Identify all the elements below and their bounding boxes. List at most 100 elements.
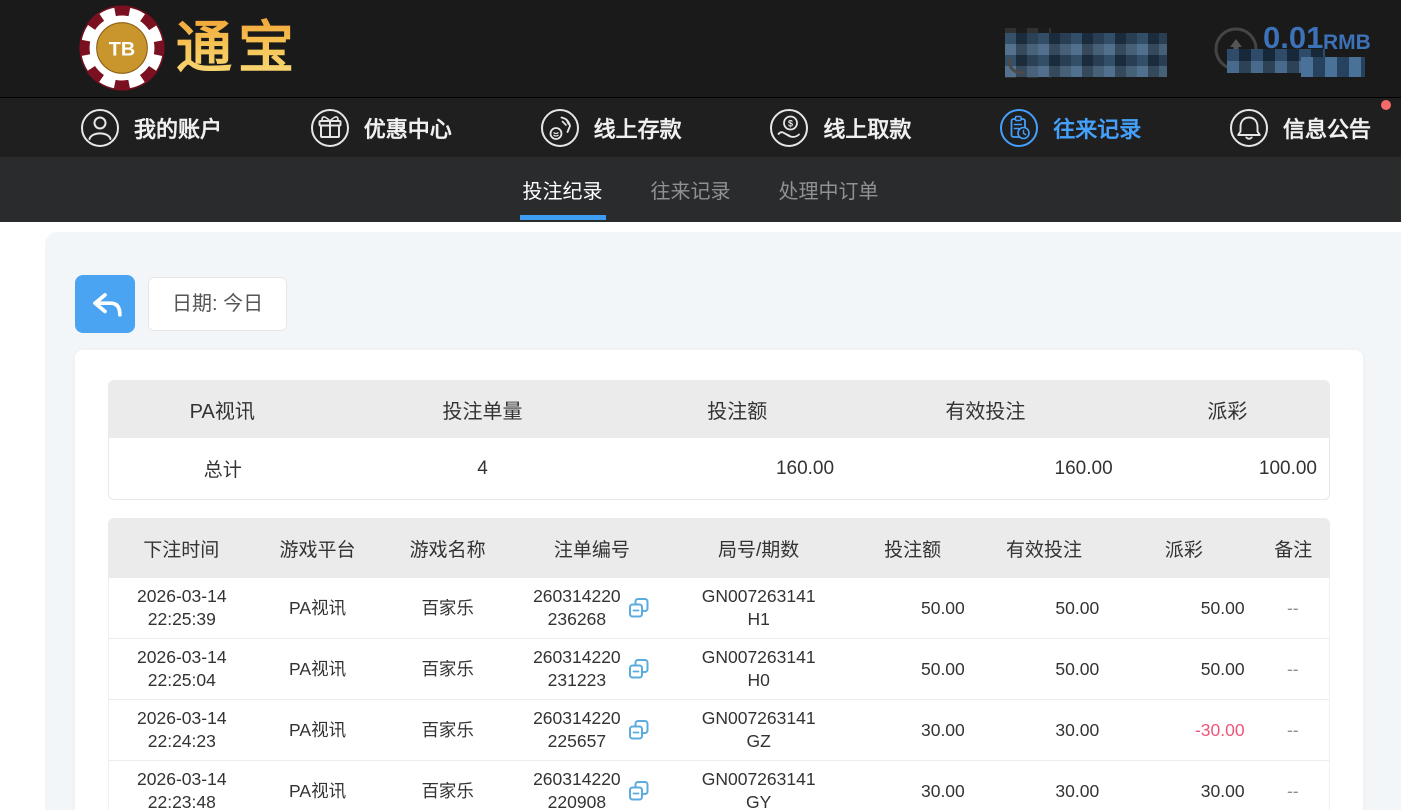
nav-item-my-account[interactable]: 我的账户 [80,108,222,148]
summary-table: PA视讯 投注单量 投注额 有效投注 派彩 总计 4 160.00 160.00… [108,380,1330,500]
col-payout: 派彩 [1111,518,1256,578]
top-header: TB 通宝 0.01 RMB [0,0,1401,97]
note-cell: -- [1257,578,1330,639]
col-game-name: 游戏名称 [380,518,514,578]
game-cell: 百家乐 [380,761,514,810]
user-icon [80,108,120,148]
copy-icon[interactable] [627,596,651,620]
nav-item-deposit[interactable]: 线上存款 [540,108,682,148]
withdraw-icon: $ [769,108,809,148]
platform-cell: PA视讯 [255,761,381,810]
date-filter[interactable]: 日期: 今日 [148,277,287,331]
total-amount: 160.00 [629,438,847,500]
back-arrow-icon [85,285,125,323]
bet-amount-cell: 50.00 [848,639,976,700]
bet-amount-cell: 30.00 [848,700,976,761]
nav-label: 线上存款 [594,112,682,144]
total-count: 4 [337,438,629,500]
platform-cell: PA视讯 [255,639,381,700]
valid-bet-cell: 30.00 [977,700,1111,761]
username-blurred [1005,33,1167,77]
round-number-cell: GN007263141 H1 [669,578,849,639]
balance-currency: RMB [1323,31,1371,55]
notification-dot [1381,100,1391,110]
bet-amount-cell: 30.00 [848,761,976,810]
balance-censor-block-2 [1301,57,1365,77]
nav-item-withdraw[interactable]: $ 线上取款 [769,108,911,148]
col-valid-bet: 有效投注 [977,518,1111,578]
svg-text:$: $ [788,118,793,128]
bell-icon [1229,108,1269,148]
col-platform: 游戏平台 [255,518,381,578]
payout-cell: 50.00 [1111,639,1256,700]
gift-icon [310,108,350,148]
back-button[interactable] [75,275,135,333]
round-number-cell: GN007263141 GZ [669,700,849,761]
round-number-cell: GN007263141 GY [669,761,849,810]
brand-logo[interactable]: TB 通宝 [78,4,300,92]
bet-id-cell: 260314220 236268 [515,578,669,639]
nav-item-promotions[interactable]: 优惠中心 [310,108,452,148]
summary-col-bet-count: 投注单量 [337,380,629,438]
copy-icon[interactable] [627,779,651,803]
svg-text:TB: TB [109,39,135,61]
nav-item-transaction-records[interactable]: 往来记录 [999,108,1141,148]
summary-total-row: 总计 4 160.00 160.00 100.00 [108,438,1330,500]
game-cell: 百家乐 [380,578,514,639]
summary-col-payout: 派彩 [1125,380,1330,438]
tab-transaction-records[interactable]: 往来记录 [651,157,731,222]
total-label: 总计 [108,438,337,500]
copy-icon[interactable] [627,718,651,742]
record-tabs: 投注纪录 往来记录 处理中订单 [0,157,1401,222]
bet-time-cell: 2026-03-14 22:23:48 [108,761,255,810]
bet-table-body: 2026-03-14 22:25:39 PA视讯 百家乐 260314220 2… [108,578,1330,810]
summary-col-valid-bet: 有效投注 [846,380,1125,438]
table-row: 2026-03-14 22:24:23 PA视讯 百家乐 260314220 2… [108,700,1330,761]
copy-icon[interactable] [627,657,651,681]
bet-table: 下注时间 游戏平台 游戏名称 注单编号 局号/期数 投注额 有效投注 派彩 备注… [108,518,1330,810]
note-cell: -- [1257,761,1330,810]
tab-pending-orders[interactable]: 处理中订单 [779,157,879,222]
nav-label: 信息公告 [1283,112,1371,144]
bet-time-cell: 2026-03-14 22:24:23 [108,700,255,761]
summary-header-row: PA视讯 投注单量 投注额 有效投注 派彩 [108,380,1330,438]
balance-area[interactable]: 0.01 RMB [1205,14,1395,84]
game-cell: 百家乐 [380,700,514,761]
nav-label: 优惠中心 [364,112,452,144]
payout-cell: 50.00 [1111,578,1256,639]
bet-header-row: 下注时间 游戏平台 游戏名称 注单编号 局号/期数 投注额 有效投注 派彩 备注 [108,518,1330,578]
table-row: 2026-03-14 22:25:04 PA视讯 百家乐 260314220 2… [108,639,1330,700]
valid-bet-cell: 30.00 [977,761,1111,810]
nav-label: 我的账户 [134,112,222,144]
col-bet-time: 下注时间 [108,518,255,578]
note-cell: -- [1257,700,1330,761]
records-icon [999,108,1039,148]
tab-label: 往来记录 [651,175,731,204]
summary-col-platform: PA视讯 [108,380,337,438]
col-round-number: 局号/期数 [669,518,849,578]
bet-id-cell: 260314220 231223 [515,639,669,700]
records-card: PA视讯 投注单量 投注额 有效投注 派彩 总计 4 160.00 160.00… [75,350,1363,810]
page: TB 通宝 0.01 RMB 我的账户 [0,0,1401,810]
nav-item-announcements[interactable]: 信息公告 [1229,108,1371,148]
round-number-cell: GN007263141 H0 [669,639,849,700]
note-cell: -- [1257,639,1330,700]
total-payout: 100.00 [1125,438,1330,500]
payout-cell: -30.00 [1111,700,1256,761]
summary-col-bet-amount: 投注额 [629,380,847,438]
nav-label: 线上取款 [823,112,911,144]
bet-id-cell: 260314220 225657 [515,700,669,761]
table-row: 2026-03-14 22:23:48 PA视讯 百家乐 260314220 2… [108,761,1330,810]
col-bet-amount: 投注额 [848,518,976,578]
game-cell: 百家乐 [380,639,514,700]
tab-label: 处理中订单 [779,175,879,204]
col-note: 备注 [1257,518,1330,578]
col-bet-id: 注单编号 [515,518,669,578]
date-filter-label: 日期: 今日 [172,293,263,315]
tab-label: 投注纪录 [523,175,603,204]
bet-amount-cell: 50.00 [848,578,976,639]
tab-bet-records[interactable]: 投注纪录 [523,157,603,222]
brand-name: 通宝 [176,4,300,92]
bet-time-cell: 2026-03-14 22:25:39 [108,578,255,639]
main-nav: 我的账户 优惠中心 线上存款 [0,97,1401,157]
